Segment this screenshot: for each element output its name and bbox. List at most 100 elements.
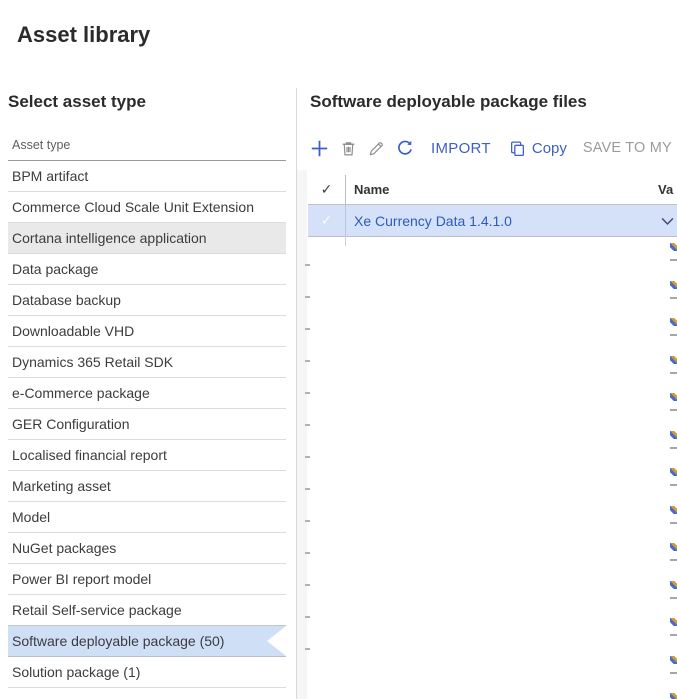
edit-button[interactable]	[368, 140, 385, 157]
table-row[interactable]: ✓ Xe Currency Data 1.4.1.0	[308, 205, 677, 237]
column-header-name[interactable]: Name	[346, 182, 677, 197]
clipped-cell-artifact	[670, 543, 677, 551]
asset-type-item-label: Data package	[12, 261, 98, 277]
page-title: Asset library	[17, 22, 150, 48]
clipped-cell-artifact	[305, 328, 310, 330]
asset-type-item-label: Cortana intelligence application	[12, 230, 207, 246]
select-all-checkbox[interactable]: ✓	[308, 175, 345, 204]
asset-type-item[interactable]: GER Configuration	[8, 409, 286, 440]
clipped-cell-artifact	[670, 393, 677, 401]
asset-type-item[interactable]: e-Commerce package	[8, 378, 286, 409]
clipped-cell-artifact	[670, 372, 677, 374]
pencil-icon	[368, 140, 385, 157]
clipped-cell-artifact	[670, 672, 677, 674]
copy-icon	[509, 140, 526, 157]
asset-type-item[interactable]: Solution package (1)	[8, 657, 286, 688]
clipped-cell-artifact	[305, 648, 310, 650]
row-checkbox[interactable]: ✓	[308, 205, 345, 236]
asset-type-item[interactable]: Marketing asset	[8, 471, 286, 502]
clipped-cell-artifact	[670, 634, 677, 636]
clipped-cell-artifact	[670, 318, 677, 326]
checkmark-icon: ✓	[321, 212, 333, 229]
asset-type-item[interactable]: Dynamics 365 Retail SDK	[8, 347, 286, 378]
clipped-cell-artifact	[670, 431, 677, 439]
asset-type-item-label: GER Configuration	[12, 416, 130, 432]
asset-library-page: Asset library Select asset type Software…	[0, 0, 677, 699]
clipped-cell-artifact	[670, 693, 677, 699]
clipped-cell-artifact	[670, 522, 677, 524]
trash-icon	[340, 140, 357, 157]
clipped-cell-artifact	[670, 409, 677, 411]
asset-type-item-label: Dynamics 365 Retail SDK	[12, 354, 173, 370]
grid-toolbar: IMPORT Copy SAVE TO MY LIBRA	[310, 134, 677, 162]
asset-type-item-label: Model	[12, 509, 50, 525]
asset-type-item[interactable]: Database backup	[8, 285, 286, 316]
asset-type-item-label: Commerce Cloud Scale Unit Extension	[12, 199, 254, 215]
copy-button-label: Copy	[532, 140, 567, 157]
asset-type-item-label: Retail Self-service package	[12, 602, 182, 618]
asset-type-item-label: e-Commerce package	[12, 385, 150, 401]
clipped-cell-artifact	[670, 334, 677, 336]
asset-type-item-label: BPM artifact	[12, 168, 88, 184]
clipped-cell-artifact	[670, 484, 677, 486]
clipped-cell-artifact	[670, 468, 677, 476]
asset-type-item[interactable]: Commerce Cloud Scale Unit Extension	[8, 192, 286, 223]
asset-type-item[interactable]: Downloadable VHD	[8, 316, 286, 347]
clipped-cell-artifact	[305, 296, 310, 298]
asset-type-item-label: Software deployable package (50)	[12, 633, 224, 649]
clipped-cell-artifact	[670, 447, 677, 449]
clipped-cell-artifact	[670, 506, 677, 514]
asset-type-item-label: Marketing asset	[12, 478, 111, 494]
asset-type-item[interactable]: Power BI report model	[8, 564, 286, 595]
asset-type-item[interactable]: Localised financial report	[8, 440, 286, 471]
clipped-cell-artifact	[305, 552, 310, 554]
asset-type-item-label: NuGet packages	[12, 540, 116, 556]
selected-item-notch	[267, 626, 286, 656]
asset-type-item[interactable]: Software deployable package (50)	[8, 625, 286, 657]
asset-type-list: Asset type BPM artifact Commerce Cloud Sc…	[8, 130, 286, 688]
clipped-cell-artifact	[670, 297, 677, 299]
checkmark-icon: ✓	[321, 181, 333, 198]
clipped-cell-artifact	[305, 520, 310, 522]
refresh-button[interactable]	[396, 139, 414, 157]
copy-button[interactable]: Copy	[509, 140, 567, 157]
package-files-grid: ✓ Name Va ✓ Xe Currency Data 1.4.1.0	[308, 175, 677, 237]
add-button[interactable]	[310, 139, 329, 158]
asset-type-item[interactable]: Cortana intelligence application	[8, 223, 286, 254]
column-header-validation[interactable]: Va	[658, 175, 673, 204]
asset-type-item[interactable]: Model	[8, 502, 286, 533]
asset-type-item-label: Power BI report model	[12, 571, 151, 587]
import-button[interactable]: IMPORT	[431, 140, 491, 157]
asset-type-item-label: Downloadable VHD	[12, 323, 134, 339]
left-panel-heading: Select asset type	[8, 92, 146, 112]
clipped-cell-artifact	[305, 424, 310, 426]
asset-type-item[interactable]: NuGet packages	[8, 533, 286, 564]
save-to-my-library-button[interactable]: SAVE TO MY LIBRA	[583, 140, 677, 156]
clipped-cell-artifact	[670, 618, 677, 626]
clipped-cell-artifact	[670, 243, 677, 251]
package-name: Xe Currency Data 1.4.1.0	[346, 213, 677, 229]
clipped-cell-artifact	[670, 259, 677, 261]
asset-type-item[interactable]: Data package	[8, 254, 286, 285]
panel-gutter	[297, 170, 307, 699]
asset-type-item-label: Solution package (1)	[12, 664, 140, 680]
plus-icon	[310, 139, 329, 158]
asset-type-item-label: Database backup	[12, 292, 121, 308]
clipped-cell-artifact	[305, 456, 310, 458]
asset-type-item[interactable]: Retail Self-service package	[8, 595, 286, 626]
asset-type-column-header: Asset type	[8, 130, 286, 161]
clipped-cell-artifact	[670, 356, 677, 364]
asset-type-item[interactable]: BPM artifact	[8, 161, 286, 192]
delete-button[interactable]	[340, 140, 357, 157]
grid-header-row: ✓ Name Va	[308, 175, 677, 205]
right-panel-heading: Software deployable package files	[310, 92, 587, 112]
clipped-cell-artifact	[305, 392, 310, 394]
clipped-cell-artifact	[305, 616, 310, 618]
clipped-cell-artifact	[305, 264, 310, 266]
clipped-cell-artifact	[305, 584, 310, 586]
asset-type-item-label: Localised financial report	[12, 447, 167, 463]
clipped-cell-artifact	[670, 581, 677, 589]
clipped-cell-artifact	[670, 281, 677, 289]
clipped-cell-artifact	[670, 559, 677, 561]
chevron-down-icon[interactable]	[661, 213, 674, 231]
